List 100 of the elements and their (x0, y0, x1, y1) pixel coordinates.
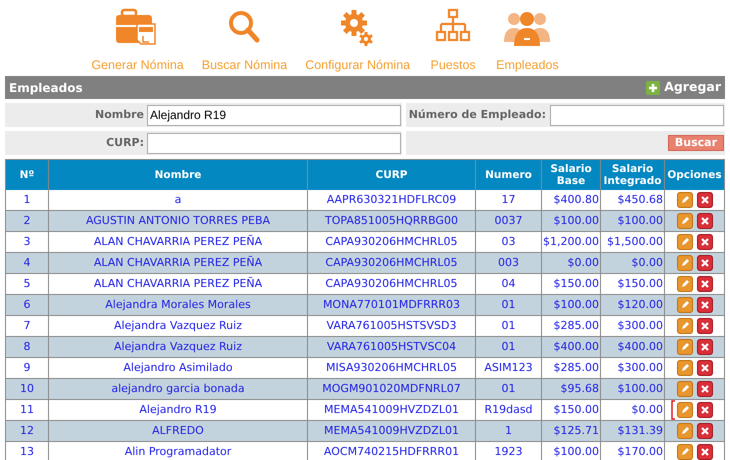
edit-button[interactable] (676, 339, 692, 355)
table-cell: 9 (6, 358, 49, 378)
edit-button[interactable] (676, 192, 692, 208)
table-cell: a (49, 190, 308, 210)
delete-button[interactable] (696, 192, 712, 208)
table-cell: AGUSTIN ANTONIO TORRES PEBA (49, 211, 308, 231)
table-cell: 01 (476, 295, 542, 315)
nav-link[interactable]: Empleados (496, 56, 559, 75)
table-cell: MISA930206HMCHRL05 (308, 358, 476, 378)
table-cell: 17 (476, 190, 542, 210)
edit-button[interactable] (676, 318, 692, 334)
table-cell: 12 (6, 421, 49, 441)
pencil-icon (680, 363, 690, 373)
table-cell: 04 (476, 274, 542, 294)
pencil-icon (680, 258, 690, 268)
delete-button[interactable] (696, 402, 712, 418)
pencil-icon (680, 279, 690, 289)
pencil-icon (680, 300, 690, 310)
table-cell: $100.00 (601, 211, 665, 231)
table-cell: 2 (6, 211, 49, 231)
edit-button[interactable] (676, 213, 692, 229)
table-cell: VARA761005HSTSVSD3 (308, 316, 476, 336)
edit-button[interactable] (676, 444, 692, 460)
table-cell: 4 (6, 253, 49, 273)
table-cell: $1,500.00 (601, 232, 665, 252)
nav-link[interactable]: Puestos (430, 56, 476, 75)
table-cell: Alejandra Morales Morales (49, 295, 308, 315)
table-cell: 0037 (476, 211, 542, 231)
table-cell: AOCM740215HDFRRR01 (308, 442, 476, 460)
table-cell: CAPA930206HMCHRL05 (308, 232, 476, 252)
pencil-icon (680, 195, 690, 205)
table-cell: 1 (6, 190, 49, 210)
pencil-icon (680, 237, 690, 247)
pencil-icon (680, 426, 690, 436)
table-cell: 3 (6, 232, 49, 252)
name-field[interactable]: Alejandro R19 (147, 104, 401, 126)
nav-link[interactable]: Buscar Nómina (202, 56, 288, 75)
table-cell: TOPA851005HQRRBG00 (308, 211, 476, 231)
add-button[interactable]: Agregar (646, 78, 721, 97)
pencil-icon (680, 342, 690, 352)
table-cell: CAPA930206HMCHRL05 (308, 274, 476, 294)
delete-button[interactable] (696, 234, 712, 250)
edit-button[interactable] (676, 276, 692, 292)
table-cell: 03 (476, 232, 542, 252)
table-cell: ALFREDO (49, 421, 308, 441)
curp-label: CURP: (106, 134, 144, 151)
table-cell: 1923 (476, 442, 542, 460)
delete-button[interactable] (696, 444, 712, 460)
table-cell: $100.00 (601, 379, 665, 399)
delete-button[interactable] (696, 255, 712, 271)
table-cell: $170.00 (601, 442, 665, 460)
close-icon (700, 195, 710, 205)
table-cell: 13 (6, 442, 49, 460)
delete-button[interactable] (696, 423, 712, 439)
table-cell: alejandro garcia bonada (49, 379, 308, 399)
nav-link[interactable]: Generar Nómina (91, 56, 184, 75)
table-cell: $400.00 (601, 337, 665, 357)
delete-button[interactable] (696, 276, 712, 292)
employee-number-label: Número de Empleado: (408, 106, 546, 123)
table-cell: Alejandro R19 (49, 400, 308, 420)
delete-button[interactable] (696, 213, 712, 229)
table-cell: VARA761005HSTVSC04 (308, 337, 476, 357)
delete-button[interactable] (696, 381, 712, 397)
close-icon (700, 405, 710, 415)
pencil-icon (680, 447, 690, 457)
nav-link[interactable]: Configurar Nómina (305, 56, 410, 75)
table-cell: $400.00 (542, 337, 601, 357)
edit-button[interactable] (676, 234, 692, 250)
table-cell: $95.68 (542, 379, 601, 399)
table-cell: MOGM901020MDFNRL07 (308, 379, 476, 399)
table-cell: Alejandra Vazquez Ruiz (49, 337, 308, 357)
search-button[interactable]: Buscar (668, 135, 724, 151)
table-cell: ALAN CHAVARRIA PEREZ PEÑA (49, 232, 308, 252)
table-cell: Alin Programadator (49, 442, 308, 460)
edit-button[interactable] (676, 381, 692, 397)
pencil-icon (680, 321, 690, 331)
delete-button[interactable] (696, 297, 712, 313)
table-cell: MEMA541009HVZDZL01 (308, 400, 476, 420)
table-cell: CAPA930206HMCHRL05 (308, 253, 476, 273)
table-cell: $285.00 (542, 316, 601, 336)
plus-icon (646, 80, 660, 94)
table-cell: MEMA541009HVZDZL01 (308, 421, 476, 441)
edit-button[interactable] (676, 255, 692, 271)
delete-button[interactable] (696, 360, 712, 376)
curp-field[interactable] (147, 132, 401, 154)
delete-button[interactable] (696, 318, 712, 334)
close-icon (700, 384, 710, 394)
delete-button[interactable] (696, 339, 712, 355)
edit-button[interactable] (676, 297, 692, 313)
table-cell: 01 (476, 316, 542, 336)
edit-button[interactable] (676, 360, 692, 376)
table-cell: 8 (6, 337, 49, 357)
pencil-icon (680, 384, 690, 394)
edit-button[interactable] (676, 423, 692, 439)
table-cell: $285.00 (542, 358, 601, 378)
annotation-bracket (670, 400, 676, 420)
table-cell: $0.00 (601, 400, 665, 420)
edit-button[interactable] (676, 402, 692, 418)
close-icon (700, 279, 710, 289)
employee-number-field[interactable] (550, 104, 724, 126)
